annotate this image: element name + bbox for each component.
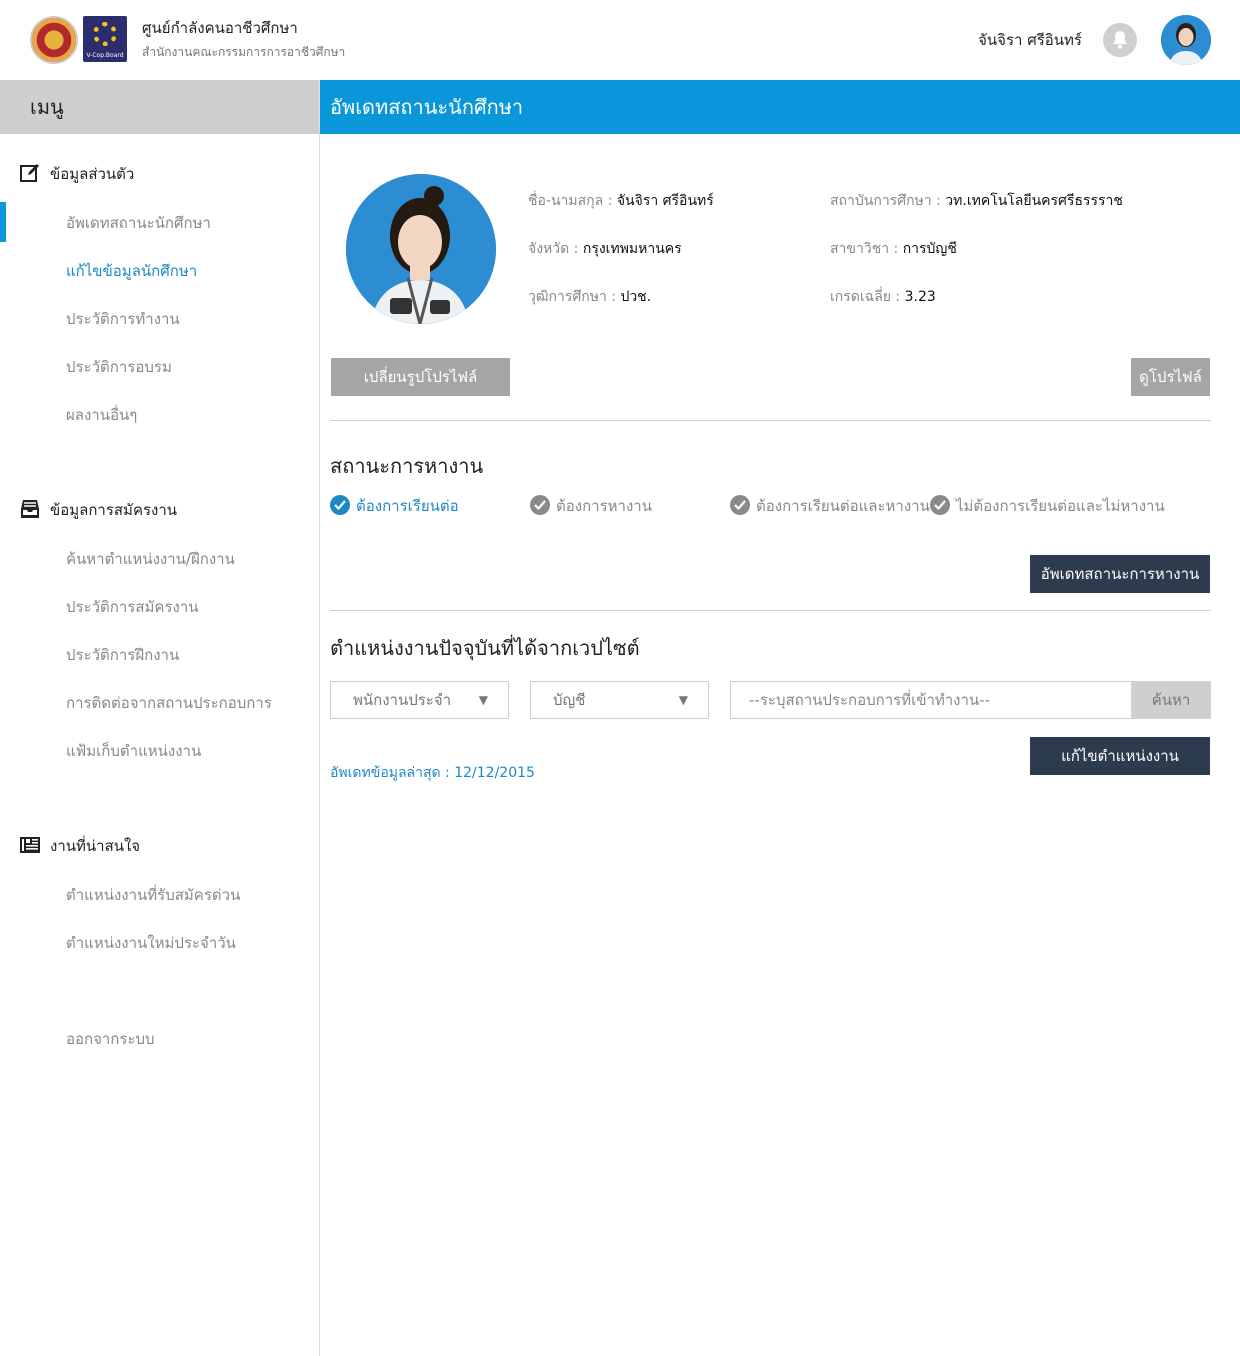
chevron-down-icon: ▼: [678, 693, 688, 707]
sidebar-item-saved-jobs[interactable]: แฟ้มเก็บตำแหน่งงาน: [66, 739, 201, 763]
field-value: ปวช.: [620, 289, 652, 305]
user-name[interactable]: จันจิรา ศรีอินทร์: [940, 28, 1082, 52]
section-title: งานที่น่าสนใจ: [50, 837, 141, 855]
inbox-icon: [20, 499, 40, 519]
section-personal-info: ข้อมูลส่วนตัว: [20, 162, 134, 186]
divider: [330, 420, 1211, 421]
sidebar-item-other-works[interactable]: ผลงานอื่นๆ: [66, 403, 137, 427]
field-value: วท.เทคโนโลยีนครศรีธรรราช: [945, 193, 1123, 209]
gear-ring-icon: [93, 22, 117, 46]
field-label: จังหวัด :: [528, 241, 583, 257]
field-major: สาขาวิชา : การบัญชี: [830, 238, 957, 260]
field-value: จันจิรา ศรีอินทร์: [616, 193, 714, 209]
position-type-select[interactable]: พนักงานประจำ ▼: [330, 681, 509, 719]
sidebar-item-internship-history[interactable]: ประวัติการฝึกงาน: [66, 643, 179, 667]
check-circle-icon: [730, 494, 750, 515]
field-label: สถาบันการศึกษา :: [830, 193, 946, 209]
field-name: ชื่อ-นามสกุล : จันจิรา ศรีอินทร์: [528, 190, 714, 212]
section-title: ข้อมูลส่วนตัว: [50, 165, 135, 183]
change-photo-button[interactable]: เปลี่ยนรูปโปรไฟล์: [331, 358, 510, 396]
select-value: บัญชี: [553, 691, 586, 709]
search-button[interactable]: ค้นหา: [1131, 681, 1211, 719]
section-job-application: ข้อมูลการสมัครงาน: [20, 498, 177, 522]
org-title: ศูนย์กำลังคนอาชีวศึกษา: [142, 19, 298, 37]
check-circle-icon: [530, 494, 550, 515]
view-profile-button[interactable]: ดูโปรไฟล์: [1131, 358, 1210, 396]
field-label: สาขาวิชา :: [830, 241, 903, 257]
org-subtitle: สำนักงานคณะกรรมการการอาชีวศึกษา: [142, 45, 346, 59]
current-job-title: ตำแหน่งงานปัจจุบันที่ได้จากเวปไซต์: [330, 636, 640, 660]
option-label: ต้องการหางาน: [556, 497, 652, 515]
notification-bell-icon[interactable]: [1103, 23, 1137, 57]
option-label: ไม่ต้องการเรียนต่อและไม่หางาน: [956, 497, 1165, 515]
section-interesting-jobs: งานที่น่าสนใจ: [20, 834, 140, 858]
field-institute: สถาบันการศึกษา : วท.เทคโนโลยีนครศรีธรรรา…: [830, 190, 1123, 212]
section-title: ข้อมูลการสมัครงาน: [50, 501, 178, 519]
user-avatar[interactable]: [1161, 15, 1211, 65]
status-option-study[interactable]: ต้องการเรียนต่อ: [330, 494, 459, 517]
sidebar-item-update-status[interactable]: อัพเดทสถานะนักศึกษา: [66, 211, 211, 235]
field-gpa: เกรดเฉลี่ย : 3.23: [830, 286, 936, 308]
update-job-status-button[interactable]: อัพเดทสถานะการหางาน: [1030, 555, 1210, 593]
field-value: 3.23: [904, 289, 936, 305]
field-value: การบัญชี: [902, 241, 957, 257]
logout-link[interactable]: ออกจากระบบ: [66, 1027, 155, 1051]
edit-icon: [20, 163, 40, 183]
field-label: ชื่อ-นามสกุล :: [528, 193, 617, 209]
status-option-none[interactable]: ไม่ต้องการเรียนต่อและไม่หางาน: [930, 494, 1165, 517]
sidebar-item-company-contacts[interactable]: การติดต่อจากสถานประกอบการ: [66, 691, 272, 715]
top-header: V-Cop.Board ศูนย์กำลังคนอาชีวศึกษา สำนัก…: [0, 0, 1240, 80]
field-value: กรุงเทพมหานคร: [582, 241, 682, 257]
sidebar-item-urgent-jobs[interactable]: ตำแหน่งงานที่รับสมัครด่วน: [66, 883, 240, 907]
field-province: จังหวัด : กรุงเทพมหานคร: [528, 238, 682, 260]
sidebar: เมนู ข้อมูลส่วนตัว อัพเดทสถานะนักศึกษา แ…: [0, 80, 320, 1356]
field-label: เกรดเฉลี่ย :: [830, 289, 905, 305]
profile-photo: [346, 174, 496, 324]
last-update-text: อัพเดทข้อมูลล่าสุด : 12/12/2015: [330, 765, 535, 781]
logo-caption: V-Cop.Board: [86, 52, 124, 59]
news-icon: [20, 835, 40, 855]
chevron-down-icon: ▼: [478, 693, 488, 707]
option-label: ต้องการเรียนต่อและหางาน: [756, 497, 930, 515]
field-label: วุฒิการศึกษา :: [528, 289, 621, 305]
active-item-indicator: [0, 202, 6, 242]
sidebar-item-edit-student[interactable]: แก้ไขข้อมูลนักศึกษา: [66, 259, 197, 283]
select-value: พนักงานประจำ: [353, 691, 452, 709]
option-label: ต้องการเรียนต่อ: [356, 497, 459, 515]
check-circle-icon: [930, 494, 950, 515]
sidebar-item-new-daily-jobs[interactable]: ตำแหน่งงานใหม่ประจำวัน: [66, 931, 236, 955]
sidebar-item-training-history[interactable]: ประวัติการอบรม: [66, 355, 172, 379]
field-degree: วุฒิการศึกษา : ปวช.: [528, 286, 651, 308]
status-option-job[interactable]: ต้องการหางาน: [530, 494, 652, 517]
status-option-study-and-job[interactable]: ต้องการเรียนต่อและหางาน: [730, 494, 930, 517]
job-field-select[interactable]: บัญชี ▼: [530, 681, 709, 719]
job-status-title: สถานะการหางาน: [330, 454, 484, 478]
main-content: อัพเดทสถานะนักศึกษา ชื่อ-นามสกุล : จันจิ…: [320, 80, 1240, 1356]
check-circle-icon: [330, 494, 350, 515]
divider: [330, 610, 1211, 611]
page-title: อัพเดทสถานะนักศึกษา: [320, 80, 1240, 134]
sidebar-item-work-history[interactable]: ประวัติการทำงาน: [66, 307, 180, 331]
vcop-board-logo: V-Cop.Board: [83, 16, 127, 62]
sidebar-item-application-history[interactable]: ประวัติการสมัครงาน: [66, 595, 199, 619]
edit-job-button[interactable]: แก้ไขตำแหน่งงาน: [1030, 737, 1210, 775]
menu-title: เมนู: [0, 80, 319, 134]
sidebar-item-search-jobs[interactable]: ค้นหาตำแหน่งงาน/ฝึกงาน: [66, 547, 235, 571]
company-input[interactable]: --ระบุสถานประกอบการที่เข้าทำงาน--: [730, 681, 1132, 719]
vocational-emblem-logo: [30, 16, 78, 64]
